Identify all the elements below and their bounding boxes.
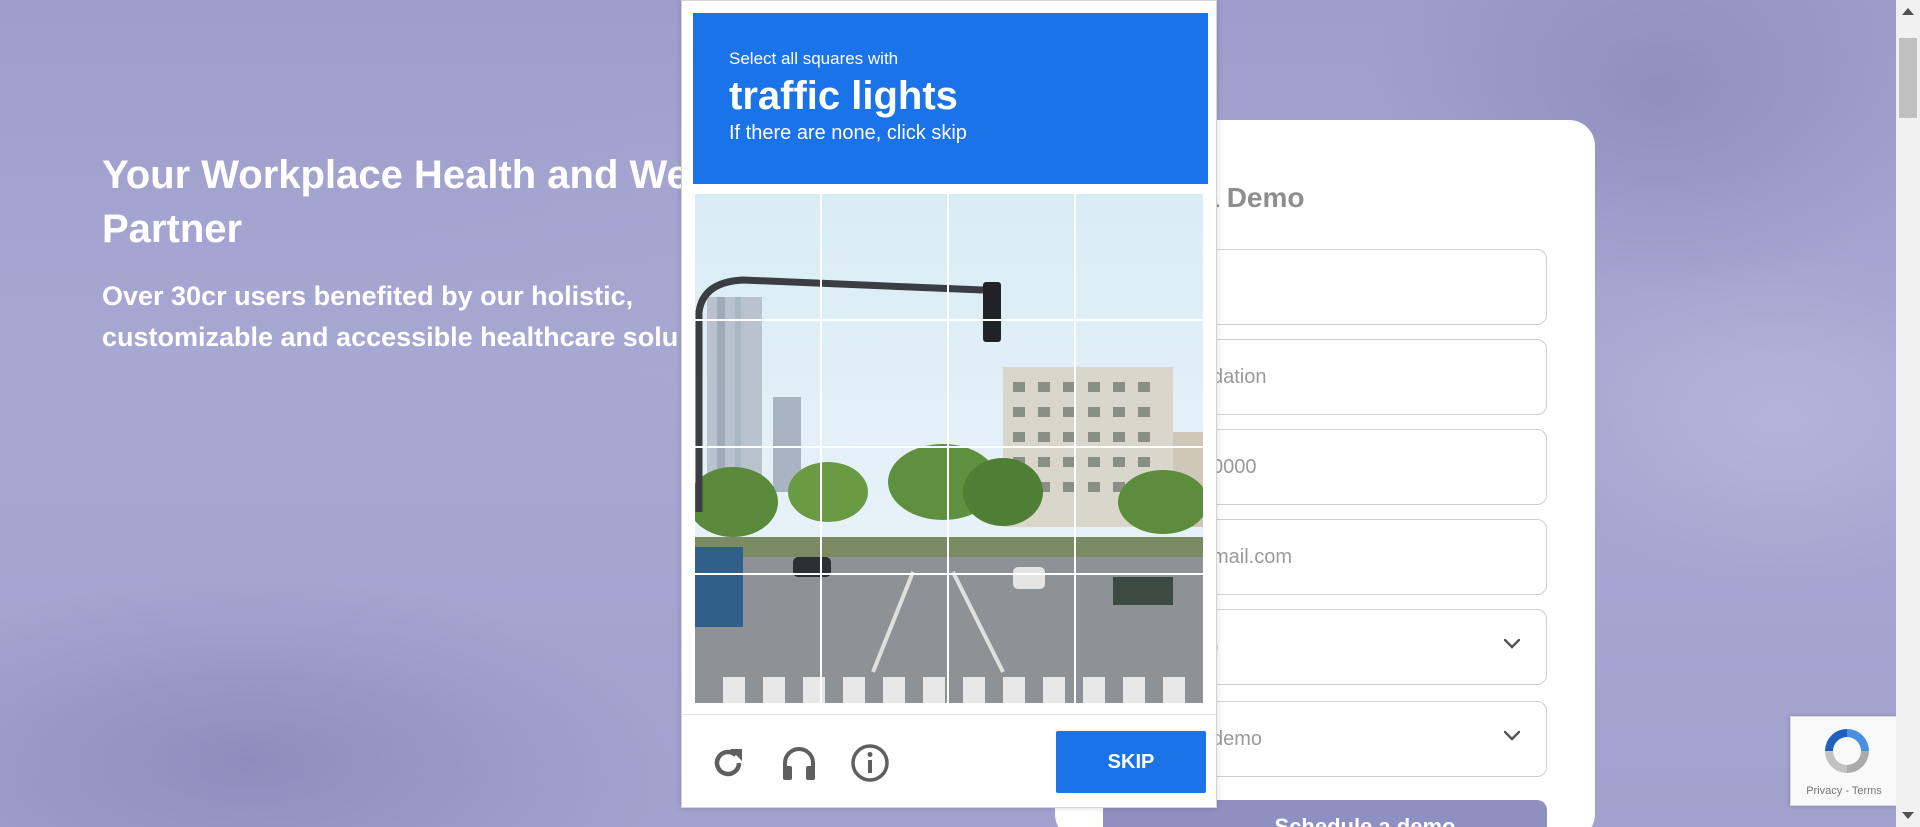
- captcha-tile[interactable]: [1074, 573, 1205, 705]
- captcha-hint: If there are none, click skip: [729, 122, 967, 144]
- captcha-tile[interactable]: [693, 446, 822, 575]
- recaptcha-badge[interactable]: Privacy - Terms: [1790, 716, 1896, 806]
- captcha-tile[interactable]: [693, 573, 822, 705]
- phone-field-value: 0000: [1212, 455, 1257, 478]
- captcha-target: traffic lights: [729, 74, 958, 118]
- captcha-tile[interactable]: [1074, 192, 1205, 321]
- captcha-tile[interactable]: [947, 446, 1076, 575]
- info-icon[interactable]: [850, 743, 890, 783]
- captcha-tile[interactable]: [820, 446, 949, 575]
- captcha-challenge-dialog: Select all squares with traffic lights I…: [681, 0, 1217, 808]
- captcha-tile[interactable]: [1074, 446, 1205, 575]
- recaptcha-logo-icon: [1825, 729, 1869, 773]
- captcha-tile[interactable]: [947, 573, 1076, 705]
- recaptcha-privacy-terms[interactable]: Privacy - Terms: [1791, 785, 1897, 797]
- captcha-tile[interactable]: [820, 192, 949, 321]
- captcha-tile[interactable]: [947, 319, 1076, 448]
- organization-field-value: dation: [1212, 365, 1267, 388]
- hero-subtitle-line-1: Over 30cr users benefited by our holisti…: [102, 281, 634, 311]
- captcha-tile[interactable]: [820, 573, 949, 705]
- scroll-down-arrow-icon[interactable]: [1902, 812, 1914, 819]
- chevron-down-icon: [1504, 730, 1520, 741]
- captcha-header: Select all squares with traffic lights I…: [693, 13, 1208, 184]
- reload-icon[interactable]: [708, 743, 748, 783]
- page-scrollbar[interactable]: [1896, 0, 1920, 827]
- scrollbar-thumb[interactable]: [1899, 38, 1917, 118]
- email-field-value: mail.com: [1212, 545, 1293, 568]
- captcha-footer: SKIP: [682, 714, 1216, 808]
- captcha-tile[interactable]: [820, 319, 949, 448]
- captcha-tile[interactable]: [1074, 319, 1205, 448]
- audio-icon[interactable]: [779, 743, 819, 783]
- scroll-up-arrow-icon[interactable]: [1902, 8, 1914, 15]
- chevron-down-icon: [1504, 638, 1520, 649]
- hero-subtitle: Over 30cr users benefited by our holisti…: [102, 276, 722, 358]
- captcha-tile[interactable]: [693, 192, 822, 321]
- captcha-image-grid: [693, 192, 1205, 705]
- captcha-instruction: Select all squares with: [729, 49, 899, 68]
- captcha-tile[interactable]: [947, 192, 1076, 321]
- skip-button[interactable]: SKIP: [1056, 731, 1206, 793]
- captcha-tile[interactable]: [693, 319, 822, 448]
- demo-type-value: demo: [1212, 727, 1263, 750]
- hero-subtitle-line-2: customizable and accessible healthcare s…: [102, 322, 679, 352]
